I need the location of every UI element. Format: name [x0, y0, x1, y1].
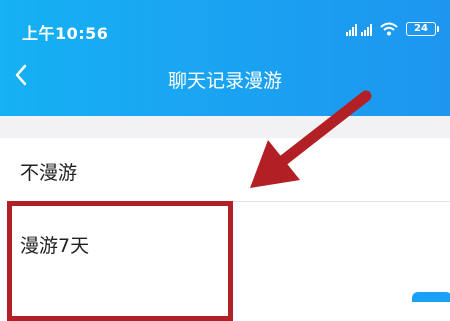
toggle-switch[interactable] — [412, 292, 450, 302]
wifi-icon — [380, 22, 398, 36]
battery-icon: 24 — [406, 22, 439, 36]
header-bar: 上午10:56 24 聊天记录漫游 — [0, 0, 450, 116]
section-gap — [0, 116, 450, 138]
status-time: 上午10:56 — [22, 24, 109, 43]
status-icons: 24 — [346, 19, 439, 39]
option-no-roaming[interactable]: 不漫游 — [20, 158, 77, 185]
signal-icon — [346, 22, 372, 36]
page-title: 聊天记录漫游 — [167, 70, 282, 92]
annotation-highlight-box — [7, 201, 233, 321]
